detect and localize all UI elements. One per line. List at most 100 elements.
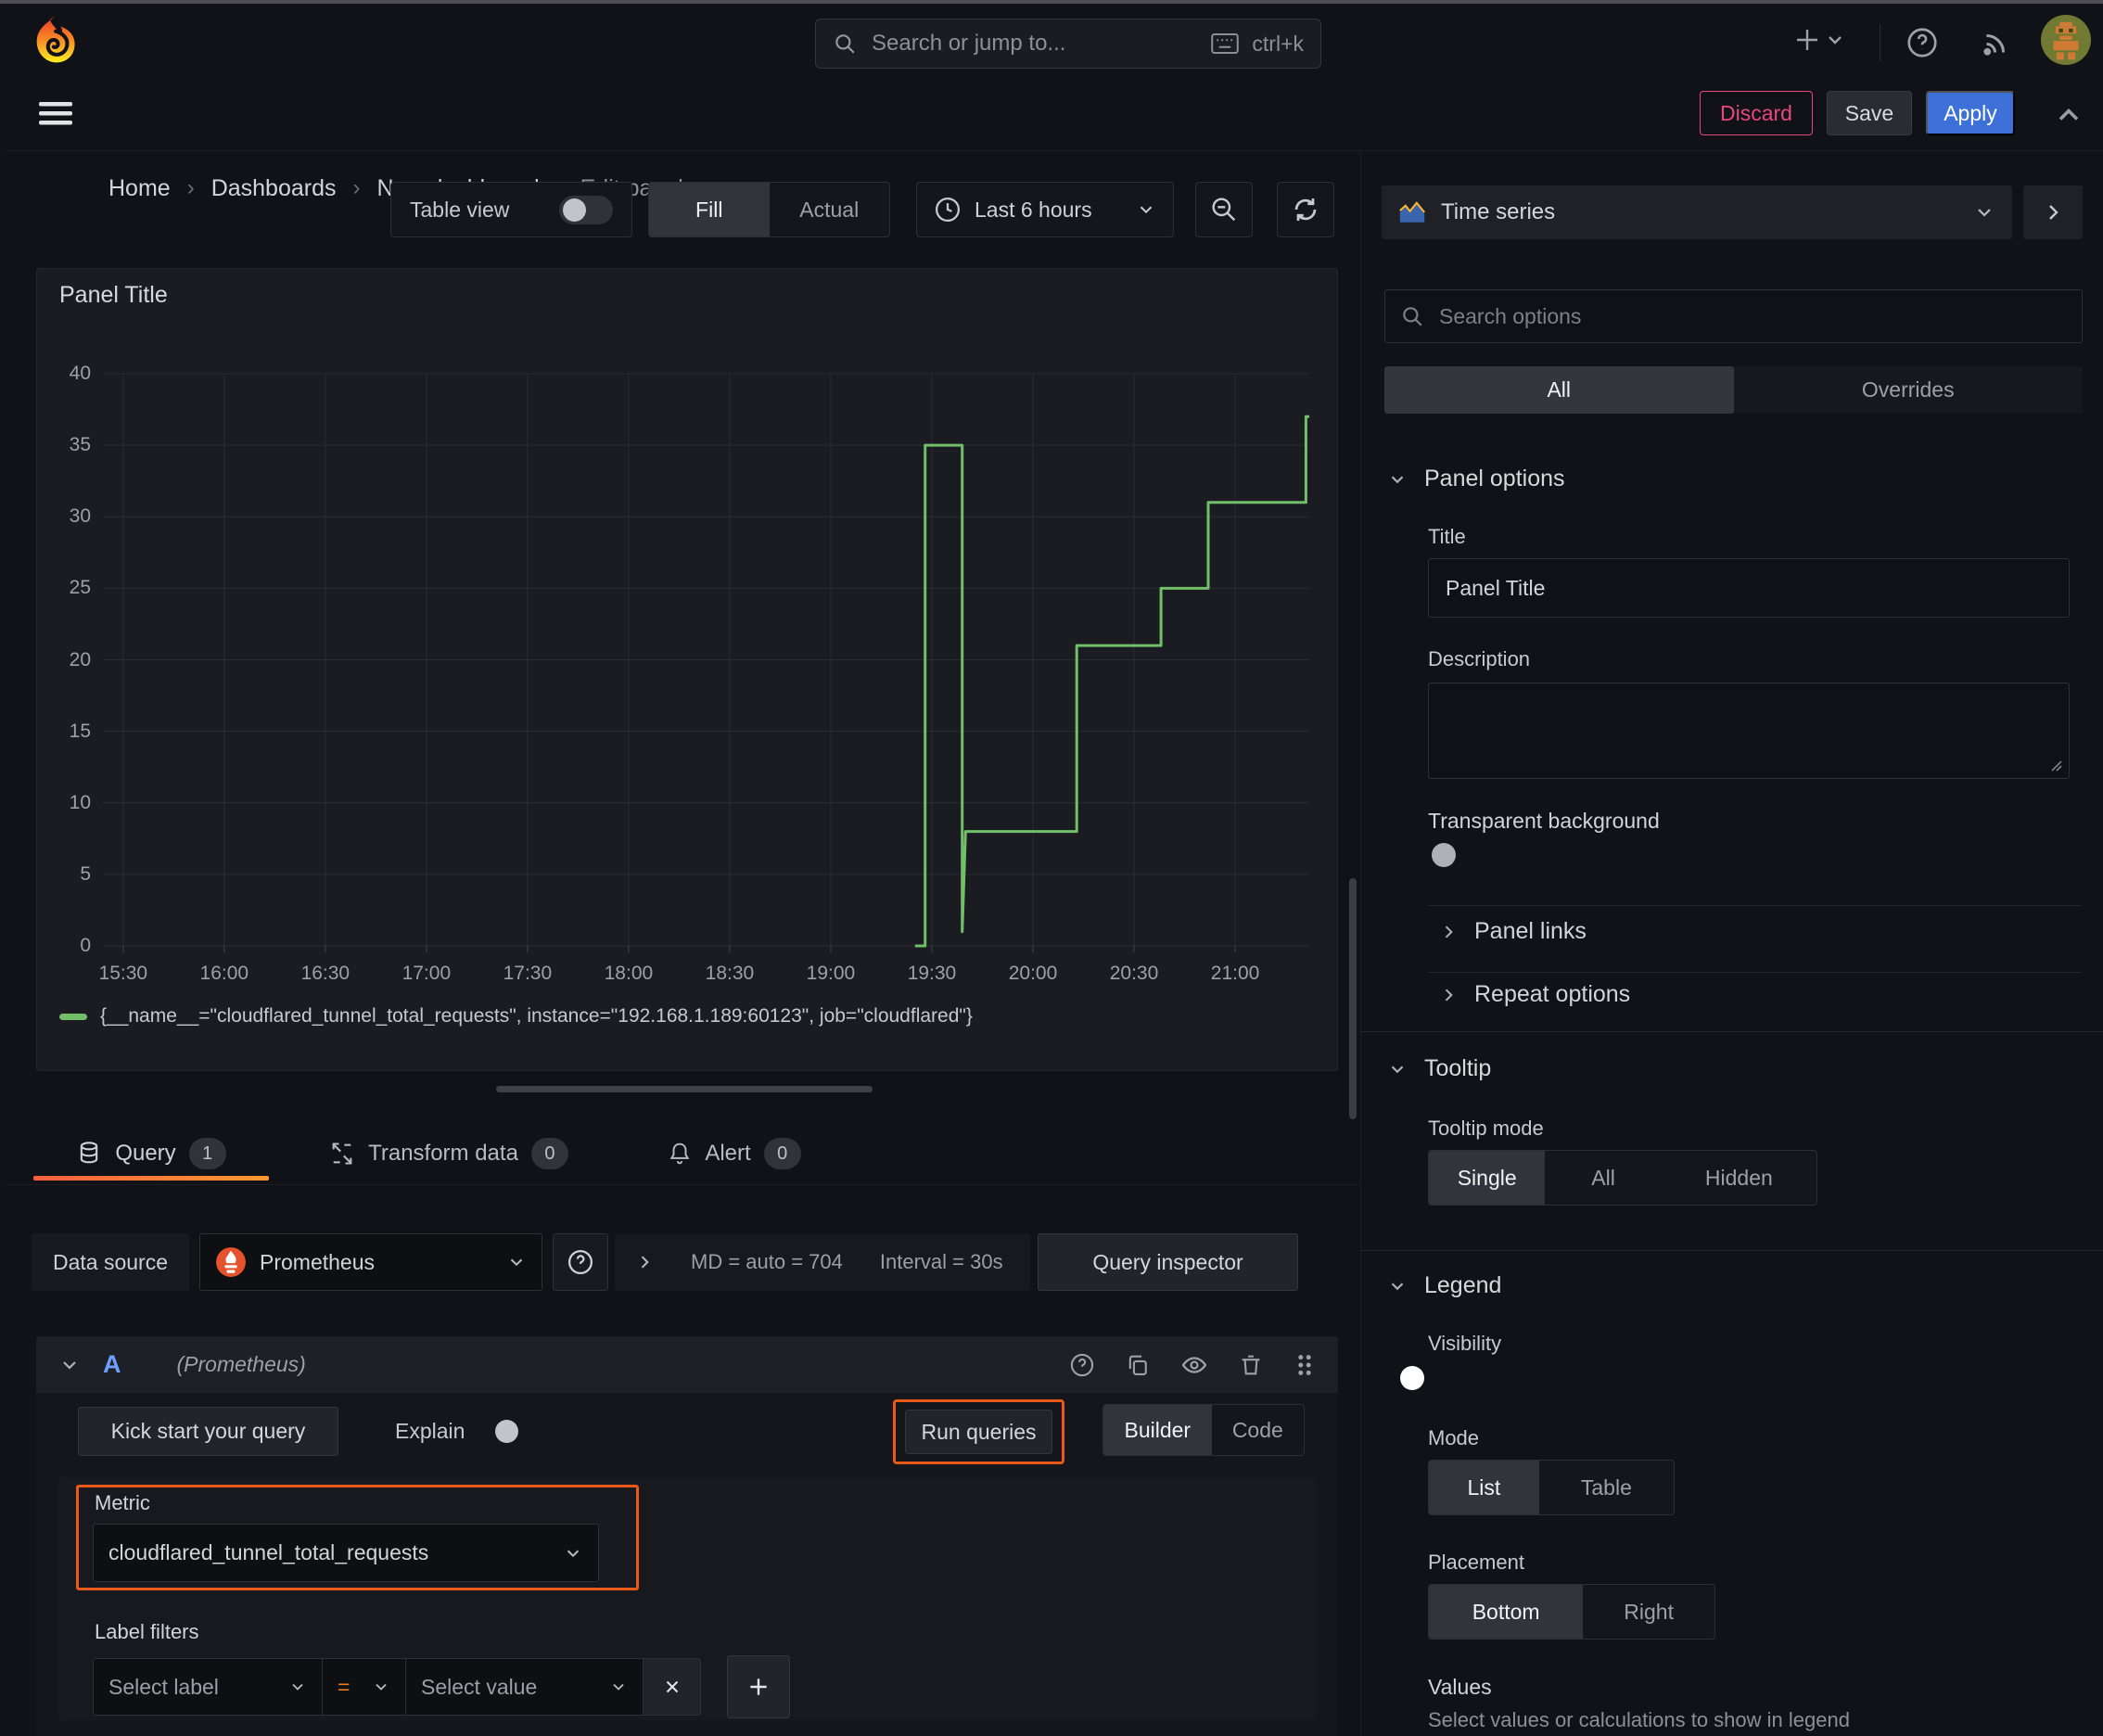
query-help-icon[interactable]: [1069, 1352, 1095, 1378]
time-range-picker[interactable]: Last 6 hours: [916, 182, 1174, 237]
duplicate-query-icon[interactable]: [1125, 1352, 1151, 1378]
code-option[interactable]: Code: [1212, 1405, 1304, 1455]
chevron-down-icon: [563, 1543, 583, 1564]
legend-values-label: Values: [1428, 1675, 1492, 1699]
query-row-actions: [1069, 1351, 1316, 1379]
description-input[interactable]: [1444, 693, 2054, 747]
chevron-down-icon: [1391, 1282, 1404, 1290]
panel-title-field[interactable]: [1428, 558, 2070, 618]
tab-query[interactable]: Query 1: [33, 1126, 269, 1181]
visualization-picker[interactable]: Time series: [1382, 185, 2012, 239]
panel-links-section[interactable]: Panel links: [1439, 918, 1587, 945]
collapse-pane-icon[interactable]: [2052, 98, 2085, 132]
legend-mode-table[interactable]: Table: [1539, 1461, 1674, 1514]
chevron-down-icon[interactable]: [58, 1354, 81, 1376]
select-label-dropdown[interactable]: Select label: [93, 1658, 323, 1716]
chevron-down-icon: [1136, 199, 1156, 220]
discard-button[interactable]: Discard: [1700, 91, 1813, 135]
options-search-input[interactable]: [1437, 302, 2067, 330]
search-input[interactable]: [870, 30, 1199, 57]
legend-mode-list[interactable]: List: [1429, 1461, 1539, 1514]
panel-links-label: Panel links: [1474, 918, 1587, 944]
panel-title-input[interactable]: [1444, 574, 2054, 602]
run-queries-button[interactable]: Run queries: [905, 1410, 1052, 1454]
legend-placement-right[interactable]: Right: [1583, 1585, 1714, 1639]
y-tick-label: 40: [69, 363, 91, 384]
fill-actual-switch: Fill Actual: [648, 182, 890, 237]
select-label-placeholder: Select label: [108, 1674, 219, 1699]
fill-option[interactable]: Fill: [649, 183, 770, 236]
select-value-dropdown[interactable]: Select value: [406, 1658, 644, 1716]
legend-placement-label: Placement: [1428, 1551, 1524, 1574]
breadcrumb-separator: ›: [186, 175, 195, 200]
panel-title[interactable]: Panel Title: [59, 282, 168, 309]
table-view-control: Table view: [390, 182, 632, 237]
apply-button[interactable]: Apply: [1926, 91, 2015, 135]
resize-corner-icon[interactable]: [2048, 758, 2063, 772]
tab-alert[interactable]: Alert 0: [634, 1126, 835, 1181]
breadcrumb-dashboards[interactable]: Dashboards: [211, 175, 337, 202]
tooltip-mode-single[interactable]: Single: [1429, 1151, 1546, 1205]
news-rss-icon[interactable]: [1980, 26, 2013, 59]
breadcrumb-home[interactable]: Home: [108, 175, 171, 202]
user-avatar[interactable]: [2041, 15, 2091, 65]
datasource-select[interactable]: Prometheus: [199, 1233, 542, 1291]
y-tick-label: 15: [69, 720, 91, 742]
description-field[interactable]: [1428, 683, 2070, 779]
tooltip-mode-all[interactable]: All: [1545, 1151, 1661, 1205]
search-shortcut: ctrl+k: [1252, 31, 1304, 56]
kick-start-button[interactable]: Kick start your query: [78, 1407, 338, 1456]
chevron-down-icon: [288, 1678, 307, 1696]
scrollbar-thumb[interactable]: [1349, 878, 1357, 1119]
visualization-value: Time series: [1441, 199, 1556, 224]
tab-overrides[interactable]: Overrides: [1734, 366, 2084, 414]
tooltip-section-header[interactable]: Tooltip: [1387, 1055, 1491, 1082]
series-name[interactable]: {__name__="cloudflared_tunnel_total_requ…: [100, 1005, 973, 1028]
save-button[interactable]: Save: [1827, 91, 1912, 135]
chevron-down-icon: [1391, 1065, 1404, 1073]
help-icon[interactable]: [1905, 26, 1939, 59]
query-row-header[interactable]: A (Prometheus): [36, 1336, 1338, 1393]
operator-dropdown[interactable]: =: [323, 1658, 406, 1716]
delete-query-icon[interactable]: [1238, 1352, 1264, 1378]
section-divider: [1361, 1031, 2103, 1032]
drag-handle-icon[interactable]: [1294, 1352, 1316, 1378]
clock-icon: [934, 196, 962, 223]
query-ref-id: A: [103, 1350, 121, 1378]
legend-section-header[interactable]: Legend: [1387, 1272, 1501, 1299]
table-view-toggle[interactable]: [559, 195, 613, 224]
series-color-swatch[interactable]: [59, 1013, 87, 1020]
builder-option[interactable]: Builder: [1103, 1405, 1212, 1455]
actual-option[interactable]: Actual: [770, 183, 890, 236]
global-search[interactable]: ctrl+k: [815, 19, 1321, 69]
query-options-summary[interactable]: MD = auto = 704 Interval = 30s: [615, 1233, 1030, 1291]
max-data-points-stat: MD = auto = 704: [691, 1250, 843, 1273]
add-filter-button[interactable]: [727, 1655, 790, 1718]
interval-stat: Interval = 30s: [879, 1250, 1003, 1273]
tab-all[interactable]: All: [1384, 366, 1734, 414]
repeat-options-section[interactable]: Repeat options: [1439, 981, 1630, 1008]
add-menu-button[interactable]: [1792, 24, 1844, 56]
refresh-button[interactable]: [1277, 182, 1334, 237]
legend-mode-label: Mode: [1428, 1426, 1480, 1449]
expand-viz-picker-button[interactable]: [2023, 185, 2083, 239]
tooltip-section-title: Tooltip: [1424, 1055, 1492, 1081]
query-inspector-button[interactable]: Query inspector: [1038, 1233, 1298, 1291]
pane-divider: [1360, 151, 1361, 1736]
menu-toggle-icon[interactable]: [35, 98, 76, 128]
options-search[interactable]: [1384, 289, 2083, 343]
label-filters-label: Label filters: [95, 1620, 199, 1643]
toggle-visibility-icon[interactable]: [1180, 1351, 1208, 1379]
grafana-logo-icon[interactable]: [28, 13, 82, 67]
tab-transform[interactable]: Transform data 0: [280, 1126, 618, 1181]
tooltip-mode-hidden[interactable]: Hidden: [1662, 1151, 1816, 1205]
legend-placement-bottom[interactable]: Bottom: [1429, 1585, 1584, 1639]
panel-options-header[interactable]: Panel options: [1387, 466, 1565, 492]
metric-select[interactable]: cloudflared_tunnel_total_requests: [93, 1524, 599, 1582]
remove-filter-button[interactable]: [644, 1658, 701, 1716]
panel-resize-handle[interactable]: [496, 1086, 873, 1092]
zoom-out-button[interactable]: [1195, 182, 1253, 237]
panel-options-title: Panel options: [1424, 466, 1565, 491]
datasource-help-button[interactable]: [553, 1233, 608, 1291]
time-series-chart[interactable]: [103, 362, 1309, 955]
